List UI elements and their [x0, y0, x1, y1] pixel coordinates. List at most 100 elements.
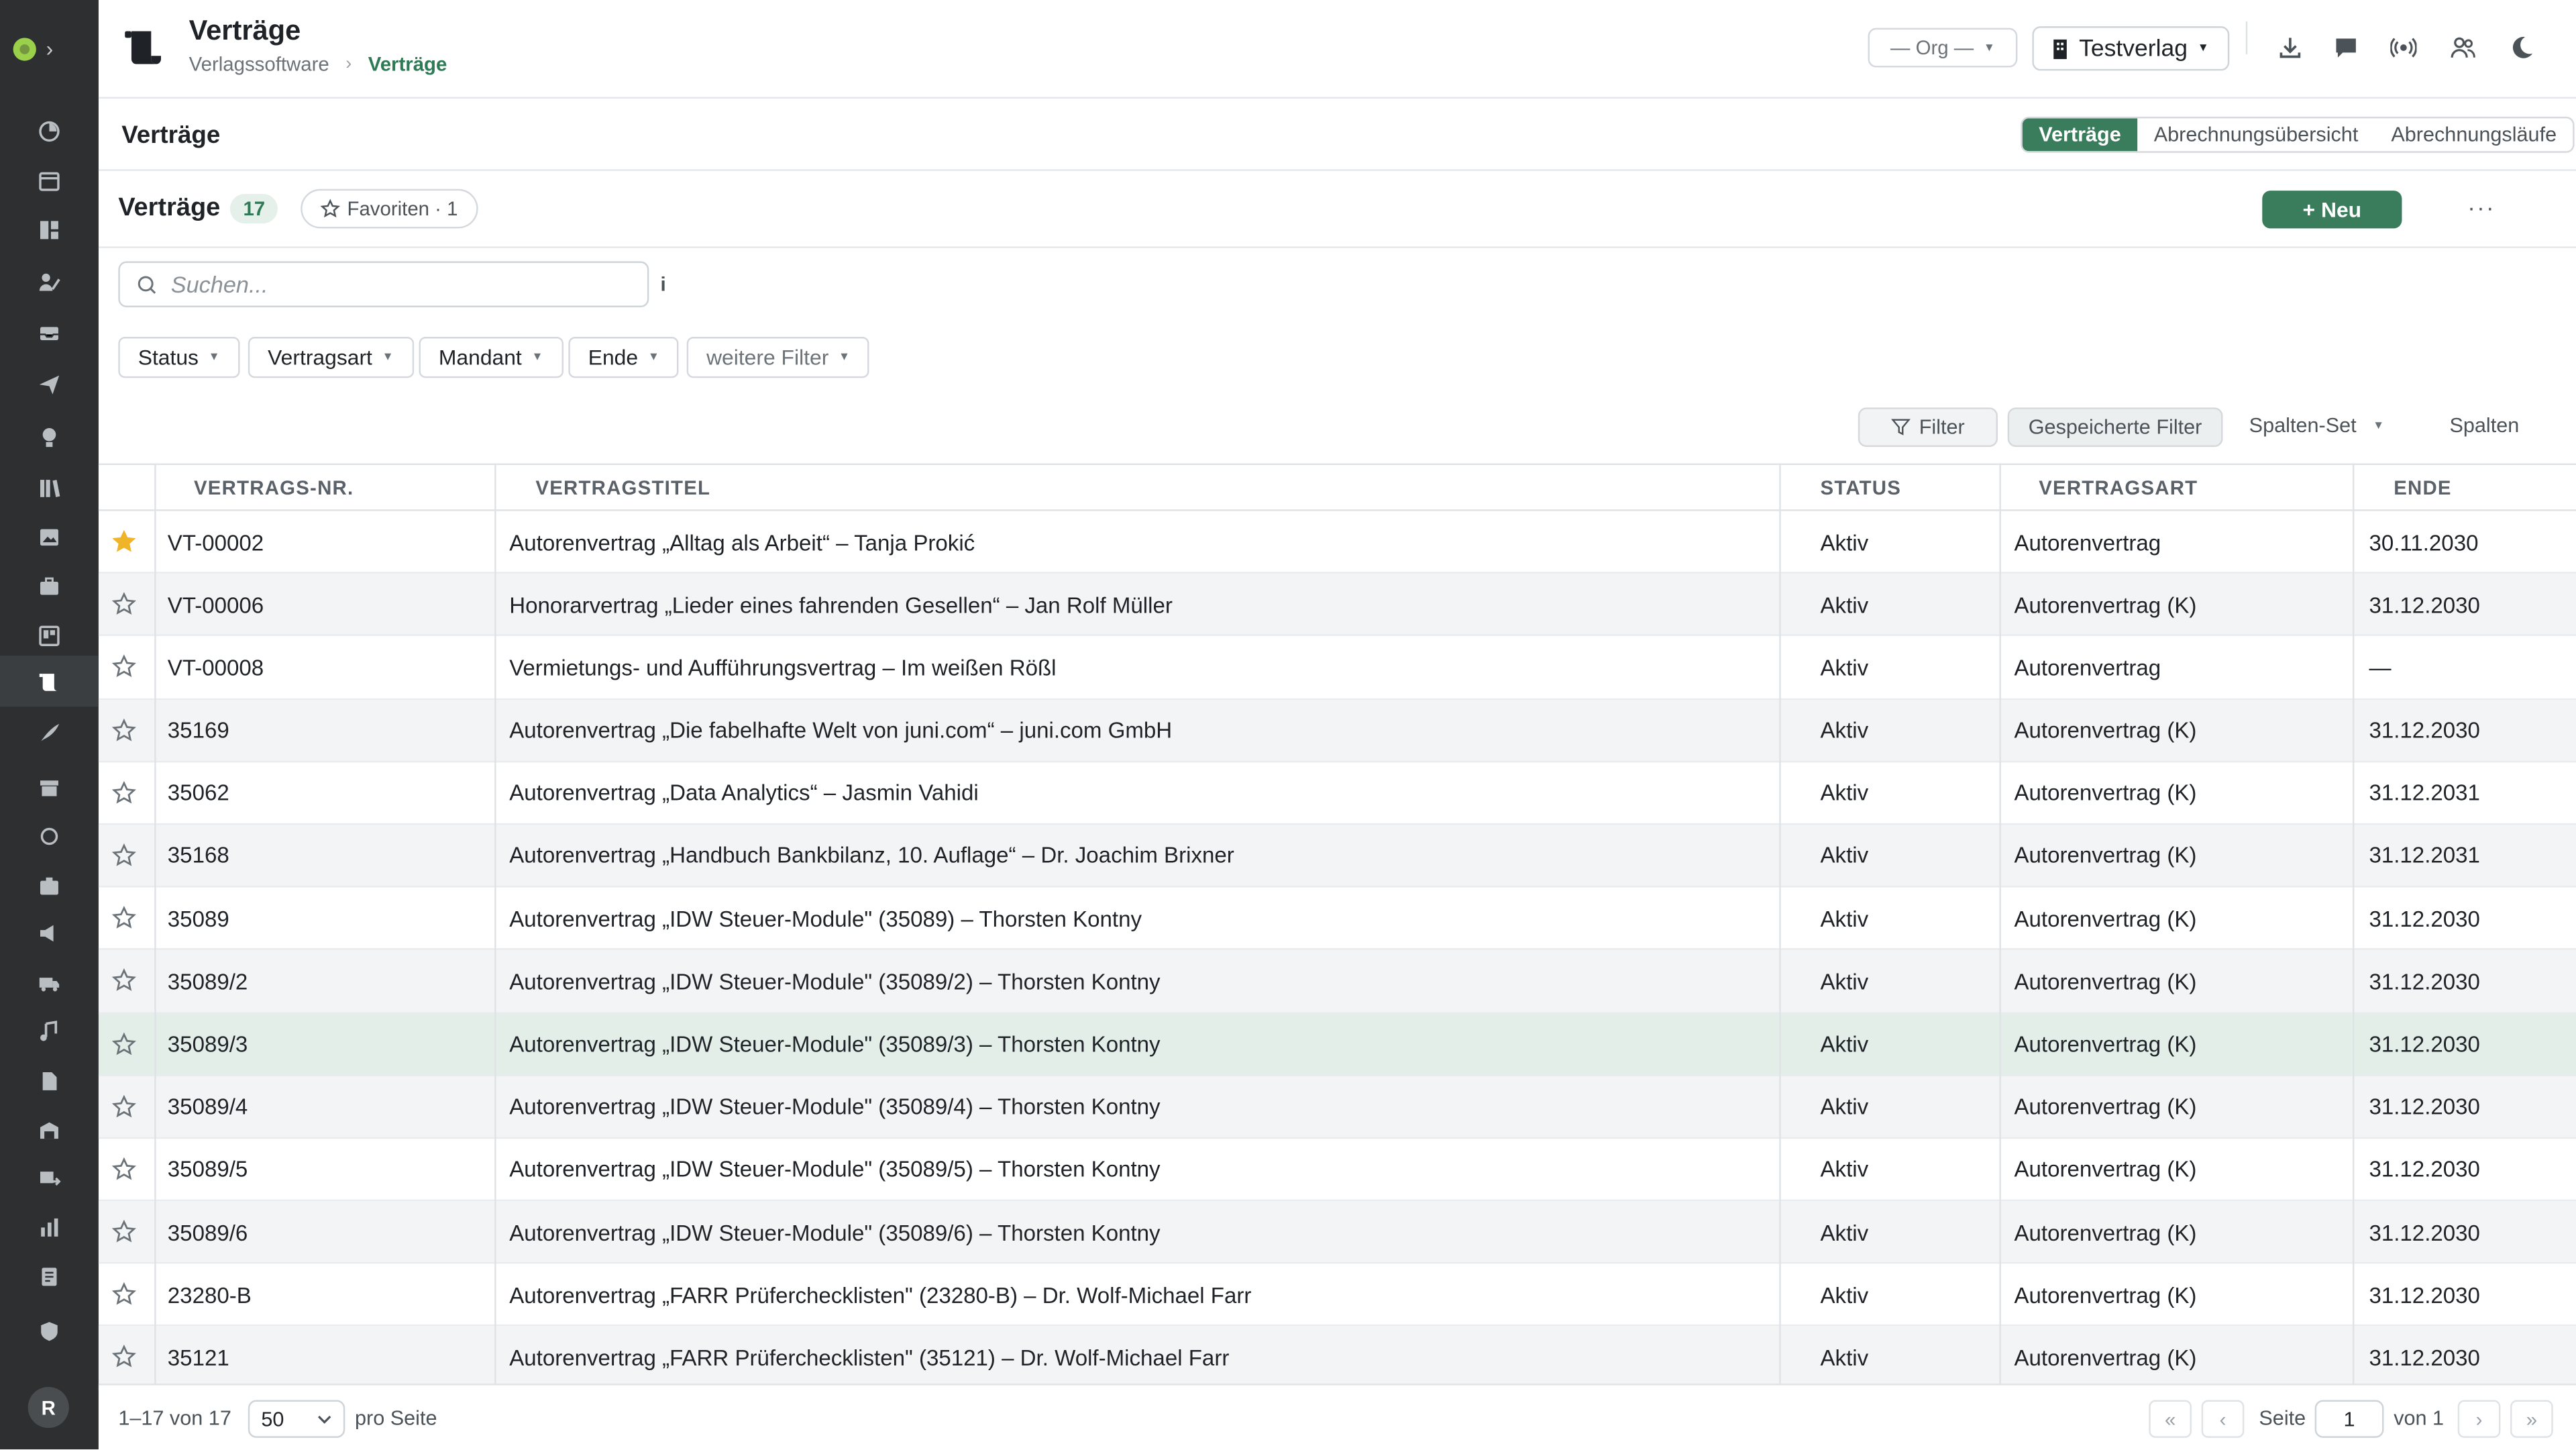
warehouse-icon[interactable]	[0, 1104, 99, 1155]
column-header-title[interactable]: VERTRAGSTITEL	[535, 465, 710, 511]
star-outline-icon[interactable]	[111, 906, 137, 931]
first-page-button[interactable]: «	[2149, 1400, 2192, 1438]
inbox-icon[interactable]	[0, 307, 99, 358]
column-header-end[interactable]: ENDE	[2394, 465, 2452, 511]
saved-filters-button[interactable]: Gespeicherte Filter	[2007, 407, 2223, 448]
cell-contract-nr[interactable]: 35121	[168, 1327, 229, 1389]
star-outline-icon[interactable]	[111, 780, 137, 805]
cell-contract-nr[interactable]: 35168	[168, 825, 229, 887]
kanban-icon[interactable]	[0, 610, 99, 661]
star-outline-icon[interactable]	[111, 1219, 137, 1244]
table-row[interactable]: 23280-B Autorenvertrag „FARR Prüfercheckl…	[98, 1264, 2576, 1327]
last-page-button[interactable]: »	[2510, 1400, 2553, 1438]
author-icon[interactable]	[0, 256, 99, 307]
publisher-select[interactable]: Testverlag ▼	[2032, 26, 2230, 71]
favorites-button[interactable]: Favoriten · 1	[301, 189, 478, 229]
table-row[interactable]: 35089/3 Autorenvertrag „IDW Steuer-Module…	[98, 1013, 2576, 1076]
dashboard-icon[interactable]	[0, 105, 99, 156]
page-size-select[interactable]: 50	[248, 1400, 345, 1438]
cell-contract-nr[interactable]: 35089/3	[168, 1013, 248, 1076]
table-row[interactable]: 35062 Autorenvertrag „Data Analytics“ – J…	[98, 762, 2576, 825]
briefcase-icon[interactable]	[0, 560, 99, 611]
table-row[interactable]: VT-00002 Autorenvertrag „Alltag als Arbei…	[98, 511, 2576, 574]
cell-contract-title[interactable]: Autorenvertrag „FARR Prüferchecklisten" …	[509, 1264, 1251, 1327]
cell-contract-nr[interactable]: VT-00006	[168, 574, 264, 636]
cell-contract-title[interactable]: Vermietungs- und Aufführungsvertrag – Im…	[509, 637, 1056, 699]
filter-ende[interactable]: Ende ▼	[568, 337, 680, 378]
cell-contract-title[interactable]: Autorenvertrag „IDW Steuer-Module" (3508…	[509, 1139, 1160, 1201]
tab-abrechnungslaeufe[interactable]: Abrechnungsläufe	[2375, 118, 2573, 151]
star-outline-icon[interactable]	[111, 1031, 137, 1056]
star-outline-icon[interactable]	[111, 1345, 137, 1369]
star-outline-icon[interactable]	[111, 968, 137, 993]
cell-contract-title[interactable]: Autorenvertrag „IDW Steuer-Module" (3508…	[509, 1201, 1160, 1263]
table-row[interactable]: VT-00006 Honorarvertrag „Lieder eines fah…	[98, 574, 2576, 637]
cell-contract-nr[interactable]: 35089/5	[168, 1139, 248, 1201]
filter-status[interactable]: Status ▼	[118, 337, 240, 378]
star-outline-icon[interactable]	[111, 655, 137, 680]
new-contract-button[interactable]: + Neu	[2262, 191, 2402, 229]
cell-contract-title[interactable]: Autorenvertrag „IDW Steuer-Module" (3508…	[509, 1013, 1160, 1076]
search-input[interactable]	[170, 271, 614, 298]
cell-contract-nr[interactable]: 35089/2	[168, 950, 248, 1013]
cell-contract-nr[interactable]: VT-00002	[168, 511, 264, 574]
org-select[interactable]: — Org — ▼	[1868, 28, 2018, 68]
send-icon[interactable]	[0, 358, 99, 409]
breadcrumb-item[interactable]: Verlagssoftware	[189, 52, 329, 75]
idea-icon[interactable]	[0, 411, 99, 462]
quill-icon[interactable]	[0, 707, 99, 758]
cell-contract-title[interactable]: Autorenvertrag „IDW Steuer-Module" (3508…	[509, 888, 1142, 950]
sidebar-toggle[interactable]: ›	[13, 33, 86, 66]
table-row[interactable]: 35168 Autorenvertrag „Handbuch Bankbilanz…	[98, 825, 2576, 888]
more-options-button[interactable]: ···	[2467, 194, 2496, 220]
table-row[interactable]: 35089/4 Autorenvertrag „IDW Steuer-Module…	[98, 1076, 2576, 1139]
megaphone-icon[interactable]	[0, 907, 99, 958]
cell-contract-title[interactable]: Autorenvertrag „FARR Prüferchecklisten" …	[509, 1327, 1229, 1389]
avatar[interactable]: R	[28, 1386, 69, 1429]
table-row[interactable]: 35089/5 Autorenvertrag „IDW Steuer-Module…	[98, 1139, 2576, 1202]
filter-button[interactable]: Filter	[1858, 407, 1998, 448]
chart-icon[interactable]	[0, 1201, 99, 1252]
cell-contract-title[interactable]: Honorarvertrag „Lieder eines fahrenden G…	[509, 574, 1173, 636]
table-row[interactable]: 35089/6 Autorenvertrag „IDW Steuer-Module…	[98, 1201, 2576, 1264]
cell-contract-nr[interactable]: 35089/6	[168, 1201, 248, 1263]
table-row[interactable]: 35121 Autorenvertrag „FARR Prüferchecklis…	[98, 1327, 2576, 1390]
filter-more[interactable]: weitere Filter ▼	[686, 337, 870, 378]
column-header-nr[interactable]: VERTRAGS-NR.	[194, 465, 354, 511]
truck-icon[interactable]	[0, 956, 99, 1007]
file-icon[interactable]	[0, 1055, 99, 1106]
broadcast-icon[interactable]	[2387, 32, 2420, 64]
tab-vertraege[interactable]: Verträge	[2022, 118, 2138, 152]
contracts-icon[interactable]	[0, 656, 99, 707]
star-outline-icon[interactable]	[111, 1094, 137, 1119]
chat-icon[interactable]	[2330, 32, 2363, 64]
columns-button[interactable]: Spalten	[2449, 414, 2519, 437]
star-outline-icon[interactable]	[111, 717, 137, 742]
table-row[interactable]: 35089 Autorenvertrag „IDW Steuer-Module" …	[98, 888, 2576, 951]
users-icon[interactable]	[2447, 32, 2479, 64]
next-page-button[interactable]: ›	[2457, 1400, 2501, 1438]
table-row[interactable]: 35169 Autorenvertrag „Die fabelhafte Welt…	[98, 699, 2576, 762]
cell-contract-nr[interactable]: 35089/4	[168, 1076, 248, 1138]
case-icon[interactable]	[0, 860, 99, 911]
cell-contract-nr[interactable]: VT-00008	[168, 637, 264, 699]
filter-mandant[interactable]: Mandant ▼	[419, 337, 563, 378]
star-outline-icon[interactable]	[111, 843, 137, 868]
library-icon[interactable]	[0, 462, 99, 513]
star-outline-icon[interactable]	[111, 1157, 137, 1182]
table-row[interactable]: VT-00008 Vermietungs- und Aufführungsvert…	[98, 637, 2576, 700]
dark-mode-icon[interactable]	[2506, 32, 2538, 64]
image-icon[interactable]	[0, 511, 99, 562]
cell-contract-title[interactable]: Autorenvertrag „Handbuch Bankbilanz, 10.…	[509, 825, 1234, 887]
column-set-dropdown[interactable]: Spalten-Set ▼	[2249, 414, 2384, 437]
shield-icon[interactable]	[0, 1305, 99, 1356]
filter-vertragsart[interactable]: Vertragsart ▼	[248, 337, 413, 378]
cell-contract-nr[interactable]: 35169	[168, 699, 229, 762]
star-outline-icon[interactable]	[111, 1282, 137, 1307]
cell-contract-nr[interactable]: 23280-B	[168, 1264, 252, 1327]
music-icon[interactable]	[0, 1006, 99, 1057]
calendar-icon[interactable]	[0, 154, 99, 205]
info-icon[interactable]: i	[660, 273, 665, 296]
table-row[interactable]: 35089/2 Autorenvertrag „IDW Steuer-Module…	[98, 950, 2576, 1013]
archive-icon[interactable]	[0, 761, 99, 812]
